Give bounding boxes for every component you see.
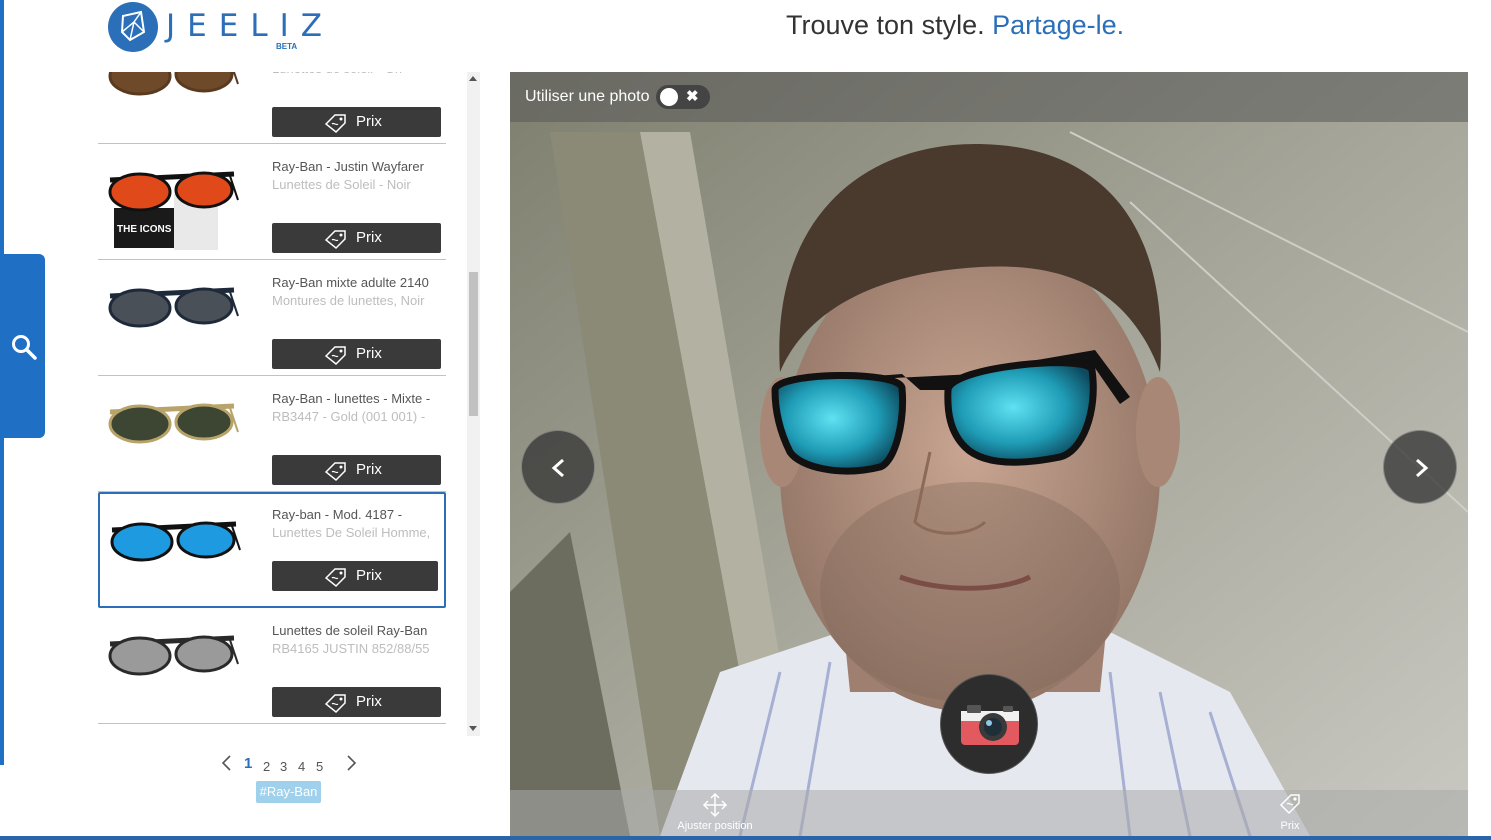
jeeliz-logo[interactable]: JEELIZ BETA — [108, 2, 322, 52]
price-button-label: Prix — [356, 693, 382, 710]
price-button[interactable]: Prix — [272, 561, 438, 591]
scroll-down-arrow-icon[interactable] — [469, 726, 477, 731]
product-title[interactable]: Ray-ban - Mod. 4187 - — [272, 507, 442, 522]
toggle-knob — [660, 88, 678, 106]
next-glasses-button[interactable] — [1383, 430, 1457, 504]
product-title[interactable]: Ray-Ban mixte adulte 2140 — [272, 275, 442, 290]
camera-icon — [961, 705, 1019, 745]
product-list[interactable]: Lunettes de soleil - Gri - Prix THE ICONS R… — [98, 72, 480, 736]
product-image[interactable] — [104, 72, 240, 134]
product-image[interactable] — [106, 500, 242, 600]
adjust-position-label: Ajuster position — [677, 820, 753, 832]
price-tag-icon — [324, 462, 346, 481]
tagline-accent: Partage-le. — [992, 10, 1125, 40]
product-image[interactable] — [104, 382, 240, 482]
product-title[interactable]: Ray-Ban - lunettes - Mixte - — [272, 391, 442, 406]
price-button-label: Prix — [356, 229, 382, 246]
scroll-up-arrow-icon[interactable] — [469, 76, 477, 81]
price-button-label: Prix — [356, 461, 382, 478]
price-button-label: Prix — [356, 567, 382, 584]
price-tag-icon — [324, 346, 346, 365]
price-button[interactable]: Prix — [272, 687, 441, 717]
price-button[interactable]: Prix — [272, 455, 441, 485]
pagination-page[interactable]: 1 — [244, 755, 252, 772]
product-item[interactable]: Ray-Ban - lunettes - Mixte - RB3447 - Gol… — [98, 376, 446, 492]
product-item[interactable]: Ray-Ban mixte adulte 2140 Montures de lun… — [98, 260, 446, 376]
product-box-label: THE ICONS — [117, 224, 172, 235]
pagination-page[interactable]: 4 — [298, 759, 305, 774]
previous-glasses-button[interactable] — [521, 430, 595, 504]
filter-tag-chip[interactable]: #Ray-Ban — [256, 781, 321, 803]
product-item[interactable]: Lunettes de soleil Ray-Ban RB4165 JUSTIN … — [98, 608, 446, 724]
chevron-left-icon — [551, 458, 564, 478]
product-title[interactable]: Ray-Ban - Justin Wayfarer — [272, 159, 442, 174]
take-photo-button[interactable] — [940, 674, 1038, 774]
price-tag-icon — [324, 694, 346, 713]
logo-mark-icon — [108, 2, 158, 52]
viewer-price-label: Prix — [1280, 820, 1300, 832]
viewer-bottom-bar: Ajuster position Prix — [510, 790, 1468, 836]
price-button-label: Prix — [356, 113, 382, 130]
price-button[interactable]: Prix — [272, 223, 441, 253]
product-image[interactable] — [104, 614, 240, 714]
price-tag-icon — [324, 114, 346, 133]
logo-wordmark: JEELIZ — [166, 8, 334, 44]
pagination-prev-icon[interactable] — [220, 754, 234, 775]
move-arrows-icon — [702, 792, 728, 818]
price-button-label: Prix — [356, 345, 382, 362]
product-subtitle: Lunettes de Soleil - Noir — [272, 177, 411, 192]
adjust-position-button[interactable]: Ajuster position — [665, 790, 765, 836]
use-photo-bar: Utiliser une photo ✖ — [510, 72, 1468, 122]
use-photo-label: Utiliser une photo — [525, 88, 650, 105]
price-button[interactable]: Prix — [272, 339, 441, 369]
price-button[interactable]: Prix — [272, 107, 441, 137]
chevron-right-icon — [1416, 458, 1429, 478]
viewer-price-button[interactable]: Prix — [1270, 790, 1310, 836]
bottom-edge-bar — [0, 836, 1491, 840]
pagination-next-icon[interactable] — [344, 754, 358, 775]
product-subtitle: Montures de lunettes, Noir — [272, 293, 425, 308]
pagination-page[interactable]: 5 — [316, 759, 323, 774]
product-subtitle: Lunettes de soleil - Gri - — [272, 72, 442, 76]
product-image[interactable] — [104, 266, 240, 366]
price-tag-icon — [324, 230, 346, 249]
pagination-page[interactable]: 2 — [263, 759, 270, 774]
product-subtitle: RB3447 - Gold (001 001) - — [272, 409, 426, 424]
product-subtitle: RB4165 JUSTIN 852/88/55 — [272, 641, 430, 656]
product-subtitle: Lunettes De Soleil Homme, — [272, 525, 431, 540]
tagline-main: Trouve ton style. — [786, 10, 985, 40]
search-tab-button[interactable] — [0, 254, 45, 438]
pagination-page[interactable]: 3 — [280, 759, 287, 774]
search-icon — [12, 335, 37, 360]
beta-badge: BETA — [276, 42, 298, 51]
close-icon: ✖ — [686, 88, 699, 105]
product-item[interactable]: THE ICONS Ray-Ban - Justin Wayfarer Lunett… — [98, 144, 446, 260]
price-tag-icon — [324, 568, 346, 587]
list-scrollbar-thumb[interactable] — [469, 272, 478, 416]
product-item[interactable]: Ray-ban - Mod. 4187 - Lunettes De Soleil … — [98, 492, 446, 608]
product-title[interactable]: Lunettes de soleil Ray-Ban — [272, 623, 442, 638]
tryon-viewer[interactable]: Utiliser une photo ✖ Ajuster position Pr… — [510, 72, 1468, 836]
product-item[interactable]: Lunettes de soleil - Gri - Prix — [98, 72, 446, 144]
use-photo-toggle[interactable]: ✖ — [656, 85, 710, 109]
price-tag-icon — [1279, 794, 1300, 815]
page-tagline: Trouve ton style. Partage-le. — [786, 10, 1124, 41]
product-image[interactable]: THE ICONS — [104, 150, 240, 250]
